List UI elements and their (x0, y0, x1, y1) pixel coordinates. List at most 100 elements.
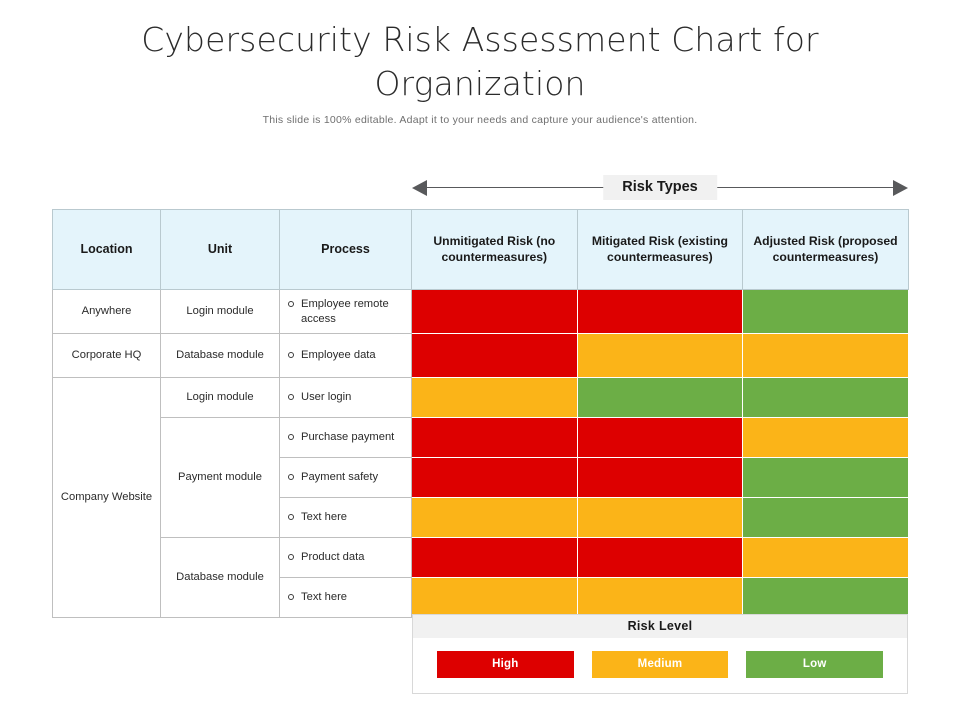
cell-process: Employee remote access (279, 289, 412, 334)
bullet-circle-icon (288, 594, 294, 601)
cell-risk-unmitigated (411, 497, 578, 538)
cell-risk-unmitigated (411, 377, 578, 418)
bullet-circle-icon (288, 514, 294, 521)
risk-swatch-high (412, 538, 577, 577)
page-title: Cybersecurity Risk Assessment Chart for … (141, 20, 819, 103)
process-label: Purchase payment (301, 431, 395, 444)
cell-risk-mitigated (576, 577, 744, 618)
title-block: Cybersecurity Risk Assessment Chart for … (0, 18, 960, 126)
cell-location: Anywhere (52, 289, 161, 334)
legend-items: High Medium Low (413, 638, 907, 693)
risk-types-label: Risk Types (603, 175, 717, 200)
cell-risk-adjusted (742, 537, 909, 578)
risk-swatch-low (743, 378, 908, 417)
cell-risk-unmitigated (411, 537, 578, 578)
risk-swatch-medium (743, 418, 908, 457)
cell-risk-adjusted (742, 497, 909, 538)
cell-unit: Database module (160, 333, 280, 378)
cell-risk-unmitigated (411, 289, 578, 334)
risk-swatch-low (743, 458, 908, 497)
table-row: Corporate HQ Database module Employee data (52, 333, 909, 378)
risk-swatch-medium (412, 498, 577, 537)
cell-risk-mitigated (576, 457, 744, 498)
cell-risk-unmitigated (411, 457, 578, 498)
cell-unit: Login module (160, 377, 280, 418)
column-header-mitigated-risk: Mitigated Risk (existing countermeasures… (576, 209, 744, 290)
legend-chip-medium[interactable]: Medium (591, 651, 729, 678)
bullet-circle-icon (288, 301, 294, 308)
table-row: Anywhere Login module Employee remote acce… (52, 289, 909, 334)
risk-swatch-high (577, 538, 743, 577)
cell-risk-adjusted (742, 457, 909, 498)
page-subtitle: This slide is 100% editable. Adapt it to… (262, 114, 698, 127)
cell-process: Text here (279, 577, 412, 618)
cell-risk-mitigated (576, 377, 744, 418)
process-label: Employee data (301, 349, 376, 362)
risk-assessment-table: Location Unit Process Unmitigated Risk (… (52, 209, 909, 618)
cell-process: Purchase payment (279, 417, 412, 458)
risk-swatch-medium (743, 334, 908, 377)
risk-swatch-medium (577, 578, 743, 617)
risk-swatch-medium (577, 334, 743, 377)
cell-process: Text here (279, 497, 412, 538)
cell-process: Product data (279, 537, 412, 578)
risk-swatch-low (743, 578, 908, 617)
risk-level-legend: Risk Level High Medium Low (412, 614, 908, 694)
table-header: Location Unit Process Unmitigated Risk (… (52, 209, 909, 290)
cell-risk-unmitigated (411, 577, 578, 618)
risk-swatch-low (743, 498, 908, 537)
risk-swatch-medium (743, 538, 908, 577)
cell-risk-mitigated (576, 497, 744, 538)
risk-swatch-low (577, 378, 743, 417)
cell-location: Corporate HQ (52, 333, 161, 378)
risk-swatch-high (412, 290, 577, 333)
column-header-adjusted-risk: Adjusted Risk (proposed countermeasures) (742, 209, 909, 290)
cell-risk-mitigated (576, 289, 744, 334)
risk-types-axis: Risk Types (412, 172, 908, 204)
legend-chip-high[interactable]: High (437, 651, 574, 678)
process-label: Text here (301, 591, 348, 604)
legend-title: Risk Level (413, 615, 907, 638)
column-header-process: Process (279, 209, 412, 290)
table-header-row: Location Unit Process Unmitigated Risk (… (52, 209, 909, 290)
risk-swatch-high (577, 458, 743, 497)
cell-risk-mitigated (576, 537, 744, 578)
bullet-circle-icon (288, 554, 294, 561)
cell-risk-adjusted (742, 417, 909, 458)
cell-unit: Login module (160, 289, 280, 334)
process-label: Text here (301, 511, 348, 524)
process-label: Employee remote access (301, 298, 389, 325)
cell-risk-mitigated (576, 333, 744, 378)
table-row: Database module Product data (53, 537, 909, 618)
cell-risk-adjusted (742, 333, 909, 378)
risk-swatch-high (577, 290, 743, 333)
cell-risk-unmitigated (411, 417, 578, 458)
process-label: Payment safety (301, 471, 379, 484)
cell-unit: Payment module (160, 417, 280, 538)
arrow-right-icon (893, 180, 908, 196)
bullet-circle-icon (288, 434, 294, 441)
cell-risk-unmitigated (411, 333, 578, 378)
cell-process: User login (279, 377, 412, 418)
bullet-circle-icon (288, 474, 294, 481)
legend-chip-low[interactable]: Low (746, 651, 884, 678)
risk-swatch-high (412, 334, 577, 377)
cell-process: Payment safety (279, 457, 412, 498)
bullet-circle-icon (288, 352, 294, 359)
risk-swatch-high (577, 418, 743, 457)
table-row: Company Website Login module User login (52, 377, 909, 618)
column-header-location: Location (52, 209, 161, 290)
risk-swatch-medium (412, 578, 577, 617)
table-row: Payment module Purchase payment (53, 417, 909, 538)
process-label: User login (301, 391, 352, 404)
cell-risk-adjusted (742, 577, 909, 618)
cell-risk-adjusted (742, 289, 909, 334)
cell-unit: Database module (160, 537, 280, 618)
arrow-left-icon (412, 180, 427, 196)
bullet-circle-icon (288, 394, 294, 401)
risk-swatch-high (412, 418, 577, 457)
risk-swatch-low (743, 290, 908, 333)
cell-location: Company Website (52, 377, 161, 618)
cell-risk-adjusted (742, 377, 909, 418)
column-header-unit: Unit (160, 209, 280, 290)
